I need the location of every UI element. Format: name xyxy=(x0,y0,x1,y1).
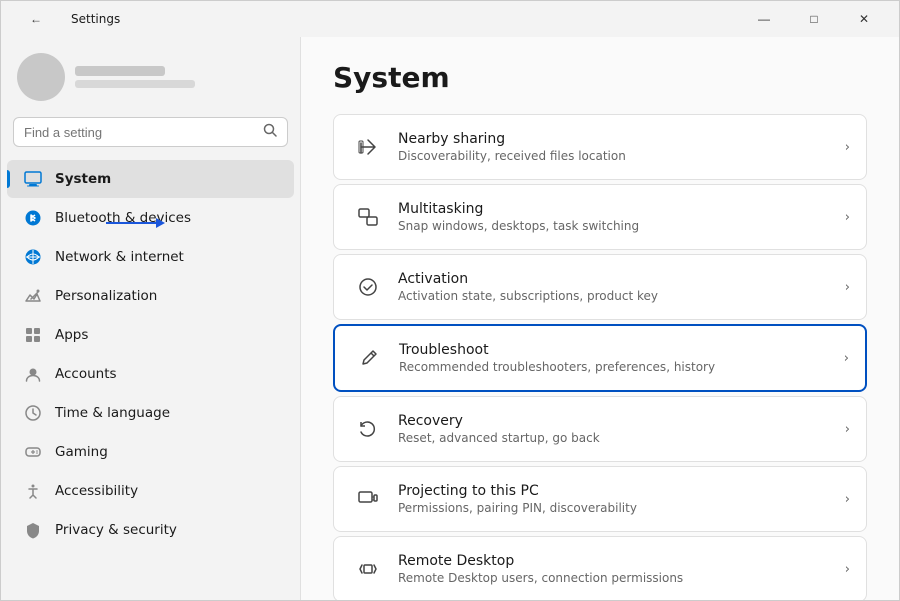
settings-item-troubleshoot[interactable]: Troubleshoot Recommended troubleshooters… xyxy=(333,324,867,392)
maximize-button[interactable]: □ xyxy=(791,5,837,33)
troubleshoot-text: Troubleshoot Recommended troubleshooters… xyxy=(399,342,836,374)
sidebar-item-personalization-label: Personalization xyxy=(55,288,157,304)
sidebar-item-accessibility-label: Accessibility xyxy=(55,483,138,499)
remote-desktop-desc: Remote Desktop users, connection permiss… xyxy=(398,571,837,585)
nearby-sharing-chevron: › xyxy=(845,140,850,155)
search-icon xyxy=(263,123,277,141)
sidebar-profile xyxy=(1,37,300,109)
main-content: System Nearby sharing Discoverability, r… xyxy=(301,37,899,600)
nearby-sharing-icon xyxy=(350,129,386,165)
back-button[interactable]: ← xyxy=(13,5,59,33)
sidebar-item-accounts[interactable]: Accounts xyxy=(7,355,294,393)
sidebar-item-apps-label: Apps xyxy=(55,327,88,343)
projecting-text: Projecting to this PC Permissions, pairi… xyxy=(398,483,837,515)
sidebar-item-network-label: Network & internet xyxy=(55,249,184,265)
activation-title: Activation xyxy=(398,271,837,287)
system-icon xyxy=(23,169,43,189)
sidebar-item-gaming[interactable]: Gaming xyxy=(7,433,294,471)
close-icon: ✕ xyxy=(859,12,869,26)
search-input[interactable] xyxy=(24,125,257,140)
titlebar-left: ← Settings xyxy=(13,5,120,33)
app-body: System Bluetooth & devices xyxy=(1,37,899,600)
troubleshoot-desc: Recommended troubleshooters, preferences… xyxy=(399,360,836,374)
sidebar: System Bluetooth & devices xyxy=(1,37,301,600)
search-box[interactable] xyxy=(13,117,288,147)
close-button[interactable]: ✕ xyxy=(841,5,887,33)
sidebar-item-privacy-label: Privacy & security xyxy=(55,522,177,538)
sidebar-item-privacy[interactable]: Privacy & security xyxy=(7,511,294,549)
apps-icon xyxy=(23,325,43,345)
activation-icon xyxy=(350,269,386,305)
titlebar-controls: — □ ✕ xyxy=(741,5,887,33)
activation-text: Activation Activation state, subscriptio… xyxy=(398,271,837,303)
accounts-icon xyxy=(23,364,43,384)
projecting-chevron: › xyxy=(845,492,850,507)
projecting-icon xyxy=(350,481,386,517)
maximize-icon: □ xyxy=(810,12,817,26)
settings-item-nearby-sharing[interactable]: Nearby sharing Discoverability, received… xyxy=(333,114,867,180)
troubleshoot-icon xyxy=(351,340,387,376)
sidebar-item-accounts-label: Accounts xyxy=(55,366,117,382)
sidebar-item-system-label: System xyxy=(55,171,111,187)
settings-item-recovery[interactable]: Recovery Reset, advanced startup, go bac… xyxy=(333,396,867,462)
multitasking-text: Multitasking Snap windows, desktops, tas… xyxy=(398,201,837,233)
sidebar-item-accessibility[interactable]: Accessibility xyxy=(7,472,294,510)
recovery-text: Recovery Reset, advanced startup, go bac… xyxy=(398,413,837,445)
nearby-sharing-text: Nearby sharing Discoverability, received… xyxy=(398,131,837,163)
settings-item-activation[interactable]: Activation Activation state, subscriptio… xyxy=(333,254,867,320)
sidebar-item-apps[interactable]: Apps xyxy=(7,316,294,354)
page-title: System xyxy=(333,61,867,94)
nearby-sharing-desc: Discoverability, received files location xyxy=(398,149,837,163)
multitasking-desc: Snap windows, desktops, task switching xyxy=(398,219,837,233)
avatar xyxy=(17,53,65,101)
remote-desktop-chevron: › xyxy=(845,562,850,577)
projecting-desc: Permissions, pairing PIN, discoverabilit… xyxy=(398,501,837,515)
projecting-title: Projecting to this PC xyxy=(398,483,837,499)
sidebar-nav: System Bluetooth & devices xyxy=(1,155,300,600)
remote-desktop-title: Remote Desktop xyxy=(398,553,837,569)
settings-item-multitasking[interactable]: Multitasking Snap windows, desktops, tas… xyxy=(333,184,867,250)
profile-name xyxy=(75,66,165,76)
profile-info xyxy=(75,66,195,88)
settings-item-projecting[interactable]: Projecting to this PC Permissions, pairi… xyxy=(333,466,867,532)
sidebar-item-time[interactable]: Time & language xyxy=(7,394,294,432)
troubleshoot-chevron: › xyxy=(844,351,849,366)
personalization-icon xyxy=(23,286,43,306)
recovery-title: Recovery xyxy=(398,413,837,429)
recovery-chevron: › xyxy=(845,422,850,437)
titlebar-title: Settings xyxy=(71,12,120,26)
sidebar-item-network[interactable]: Network & internet xyxy=(7,238,294,276)
multitasking-chevron: › xyxy=(845,210,850,225)
accessibility-icon xyxy=(23,481,43,501)
titlebar: ← Settings — □ ✕ xyxy=(1,1,899,37)
settings-list: Nearby sharing Discoverability, received… xyxy=(333,114,867,600)
activation-desc: Activation state, subscriptions, product… xyxy=(398,289,837,303)
sidebar-item-personalization[interactable]: Personalization xyxy=(7,277,294,315)
bluetooth-icon xyxy=(23,208,43,228)
multitasking-title: Multitasking xyxy=(398,201,837,217)
activation-chevron: › xyxy=(845,280,850,295)
minimize-icon: — xyxy=(758,12,770,26)
remote-desktop-icon xyxy=(350,551,386,587)
sidebar-item-system[interactable]: System xyxy=(7,160,294,198)
remote-desktop-text: Remote Desktop Remote Desktop users, con… xyxy=(398,553,837,585)
recovery-icon xyxy=(350,411,386,447)
gaming-icon xyxy=(23,442,43,462)
recovery-desc: Reset, advanced startup, go back xyxy=(398,431,837,445)
multitasking-icon xyxy=(350,199,386,235)
back-icon: ← xyxy=(30,12,42,26)
settings-item-remote-desktop[interactable]: Remote Desktop Remote Desktop users, con… xyxy=(333,536,867,600)
nearby-sharing-title: Nearby sharing xyxy=(398,131,837,147)
sidebar-item-bluetooth[interactable]: Bluetooth & devices xyxy=(7,199,294,237)
privacy-icon xyxy=(23,520,43,540)
sidebar-item-bluetooth-label: Bluetooth & devices xyxy=(55,210,191,226)
sidebar-item-gaming-label: Gaming xyxy=(55,444,108,460)
troubleshoot-title: Troubleshoot xyxy=(399,342,836,358)
minimize-button[interactable]: — xyxy=(741,5,787,33)
time-icon xyxy=(23,403,43,423)
sidebar-item-time-label: Time & language xyxy=(55,405,170,421)
profile-email xyxy=(75,80,195,88)
network-icon xyxy=(23,247,43,267)
